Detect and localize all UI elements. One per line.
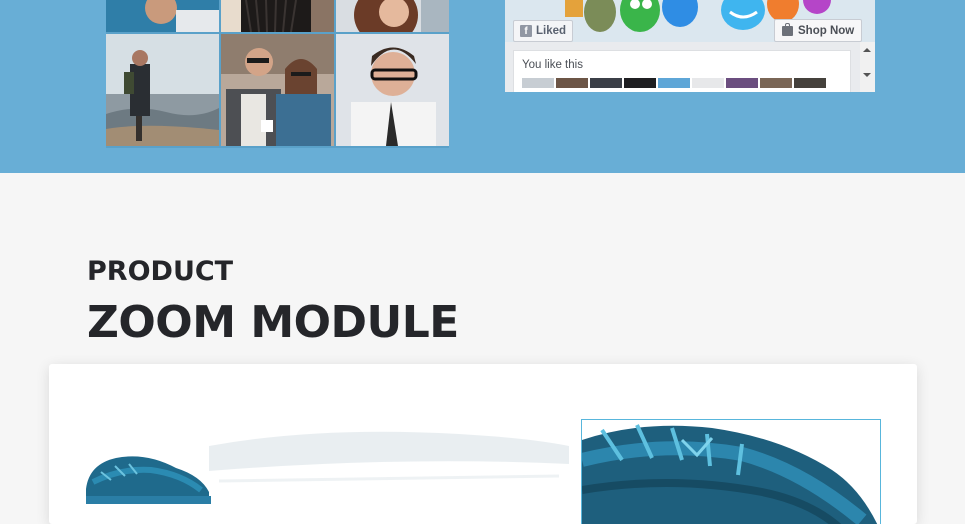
friend-avatar[interactable]: [760, 78, 792, 88]
friend-avatar[interactable]: [590, 78, 622, 88]
scroll-down-arrow-icon[interactable]: [863, 73, 871, 77]
zoom-module-card: [49, 364, 917, 524]
gallery-photo[interactable]: [221, 0, 334, 32]
liked-label: Liked: [536, 25, 567, 37]
gallery-photo[interactable]: [106, 34, 219, 146]
hero-band: f Liked Shop Now You like this: [0, 0, 965, 173]
zoom-lens-overlay: [209, 431, 569, 483]
section-title: ZOOM MODULE: [87, 297, 459, 348]
friend-avatar[interactable]: [522, 78, 554, 88]
facebook-f-icon: f: [520, 25, 532, 37]
zoom-preview-window: [581, 419, 881, 524]
friend-thumbnails: [522, 78, 826, 88]
facebook-feed-area: You like this: [505, 42, 875, 92]
gallery-photo[interactable]: [106, 0, 219, 32]
friend-avatar[interactable]: [556, 78, 588, 88]
friend-avatar[interactable]: [692, 78, 724, 88]
friend-avatar[interactable]: [658, 78, 690, 88]
gallery-photo[interactable]: [336, 34, 449, 146]
liked-button[interactable]: f Liked: [513, 20, 574, 42]
scrollbar[interactable]: [860, 42, 875, 92]
product-image[interactable]: [81, 444, 216, 504]
scroll-up-arrow-icon[interactable]: [863, 48, 871, 52]
facebook-page-widget: f Liked Shop Now You like this: [505, 0, 875, 92]
friend-avatar[interactable]: [726, 78, 758, 88]
friend-avatar[interactable]: [624, 78, 656, 88]
you-like-this-text: You like this: [522, 59, 583, 71]
instagram-photo-grid: [106, 0, 449, 148]
friend-avatar[interactable]: [794, 78, 826, 88]
gallery-photo[interactable]: [221, 34, 334, 146]
shop-now-label: Shop Now: [798, 24, 855, 37]
likes-card: You like this: [513, 50, 851, 92]
shop-now-button[interactable]: Shop Now: [774, 19, 863, 42]
section-label: PRODUCT: [87, 256, 234, 287]
gallery-photo[interactable]: [336, 0, 449, 32]
shopping-bag-icon: [782, 22, 793, 36]
